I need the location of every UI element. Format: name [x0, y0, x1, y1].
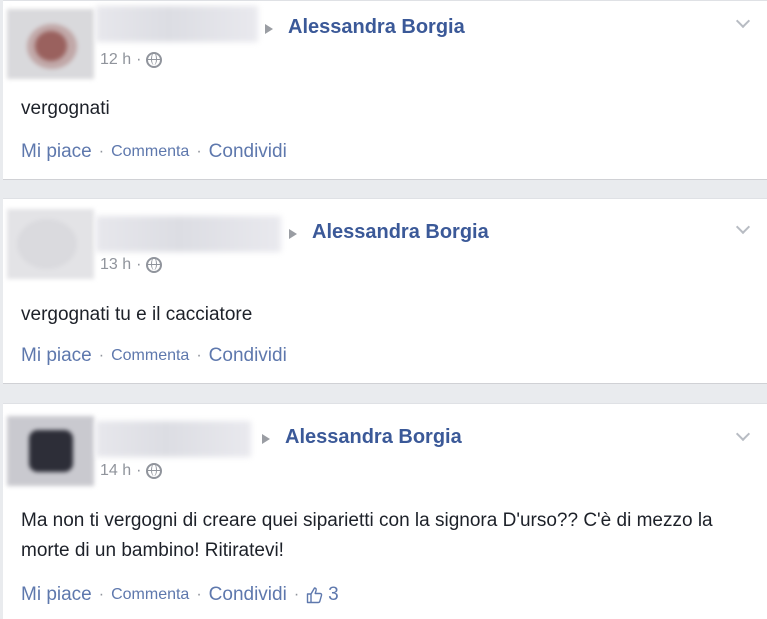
- like-link[interactable]: Mi piace: [21, 584, 92, 606]
- author-name-blurred[interactable]: [96, 216, 281, 252]
- target-name-link[interactable]: Alessandra Borgia: [288, 16, 465, 39]
- post-actions: Mi piace · Commenta · Condividi: [21, 141, 287, 163]
- post-card: Alessandra Borgia 12 h · vergognati Mi p…: [3, 0, 767, 180]
- like-count-value: 3: [328, 584, 339, 605]
- share-link[interactable]: Condividi: [209, 345, 287, 367]
- post-actions: Mi piace · Commenta · Condividi · 3: [21, 584, 339, 606]
- target-name-link[interactable]: Alessandra Borgia: [285, 426, 462, 449]
- share-link[interactable]: Condividi: [209, 584, 287, 606]
- post-card: Alessandra Borgia 14 h · Ma non ti vergo…: [3, 403, 767, 619]
- globe-icon: [146, 257, 163, 273]
- timestamp[interactable]: 12 h: [100, 51, 131, 69]
- comment-link[interactable]: Commenta: [111, 143, 189, 161]
- arrow-right-icon: [265, 24, 273, 34]
- chevron-down-icon[interactable]: [735, 13, 751, 29]
- author-name-blurred[interactable]: [96, 6, 258, 42]
- timestamp[interactable]: 13 h: [100, 256, 131, 274]
- post-text: Ma non ti vergogni di creare quei sipari…: [21, 510, 713, 561]
- chevron-down-icon[interactable]: [735, 219, 751, 235]
- comment-link[interactable]: Commenta: [111, 586, 189, 604]
- post-text: vergognati tu e il cacciatore: [21, 304, 253, 325]
- avatar[interactable]: [7, 9, 94, 79]
- globe-icon: [146, 463, 163, 479]
- like-link[interactable]: Mi piace: [21, 141, 92, 163]
- post-card: Alessandra Borgia 13 h · vergognati tu e…: [3, 198, 767, 384]
- author-name-blurred[interactable]: [96, 421, 251, 457]
- post-meta: 14 h ·: [100, 462, 163, 480]
- like-count[interactable]: 3: [306, 584, 339, 606]
- chevron-down-icon[interactable]: [735, 426, 751, 442]
- thumbs-up-icon: [306, 587, 323, 604]
- comment-link[interactable]: Commenta: [111, 347, 189, 365]
- arrow-right-icon: [262, 434, 270, 444]
- post-meta: 13 h ·: [100, 256, 163, 274]
- post-text: vergognati: [21, 98, 110, 119]
- arrow-right-icon: [289, 229, 297, 239]
- avatar[interactable]: [7, 416, 94, 486]
- globe-icon: [146, 52, 163, 68]
- avatar[interactable]: [7, 209, 94, 279]
- post-meta: 12 h ·: [100, 51, 163, 69]
- share-link[interactable]: Condividi: [209, 141, 287, 163]
- target-name-link[interactable]: Alessandra Borgia: [312, 221, 489, 244]
- post-actions: Mi piace · Commenta · Condividi: [21, 345, 287, 367]
- timestamp[interactable]: 14 h: [100, 462, 131, 480]
- like-link[interactable]: Mi piace: [21, 345, 92, 367]
